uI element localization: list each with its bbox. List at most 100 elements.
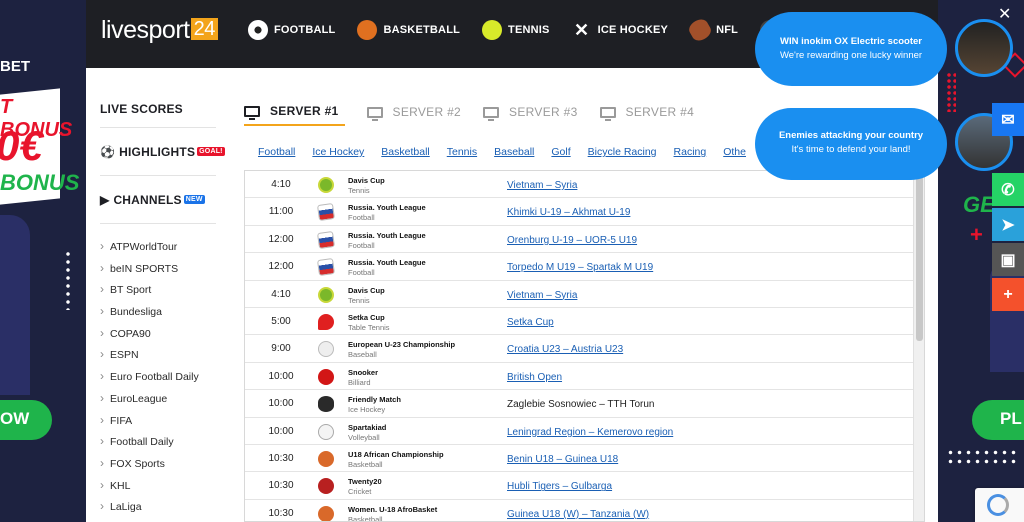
nav-tennis[interactable]: TENNIS	[482, 20, 550, 40]
notification-body: We're rewarding one lucky winner	[779, 50, 923, 61]
event-match-link[interactable]: Vietnam – Syria	[507, 180, 577, 191]
monitor-icon	[599, 106, 616, 121]
event-row[interactable]: 10:30 Women. U-18 AfroBasket Basketball Gui…	[245, 500, 914, 521]
events-table: 4:10 Davis Cup Tennis Vietnam – Syria 11:00 R…	[244, 170, 925, 522]
notification-title: Enemies attacking your country	[778, 130, 924, 141]
event-sport: Table Tennis	[348, 323, 390, 332]
sport-tab-tennis[interactable]: Tennis	[447, 146, 477, 158]
event-row[interactable]: 10:00 Snooker Billiard British Open	[245, 363, 914, 391]
push-notification-scooter[interactable]: WIN inokim OX Electric scooter We're rew…	[755, 12, 947, 86]
tab-server-4[interactable]: SERVER #4	[599, 98, 695, 126]
server-label: SERVER #3	[509, 105, 578, 119]
scroll-thumb[interactable]	[916, 173, 923, 341]
event-competition: Friendly Match	[348, 395, 401, 405]
new-badge: NEW	[183, 195, 205, 204]
sidebar-highlights[interactable]: ⚽ HIGHLIGHTS GOAL!	[100, 128, 225, 176]
server-label: SERVER #1	[270, 104, 339, 118]
event-row[interactable]: 10:30 Twenty20 Cricket Hubli Tigers – Gulba…	[245, 472, 914, 500]
channel-item[interactable]: FOX Sports	[100, 453, 216, 475]
server-tabs: SERVER #1 SERVER #2 SERVER #3 SERVER #4	[244, 98, 716, 126]
event-match-link[interactable]: Torpedo M U19 – Spartak M U19	[507, 262, 653, 273]
tennis-icon	[318, 286, 334, 303]
event-row[interactable]: 10:00 Spartakiad Volleyball Leningrad Regio…	[245, 418, 914, 445]
whatsapp-icon[interactable]: ✆	[992, 173, 1024, 206]
nav-ice-hockey[interactable]: ✕ ICE HOCKEY	[572, 20, 668, 40]
car-icon[interactable]: ▣	[992, 243, 1024, 276]
tab-server-3[interactable]: SERVER #3	[483, 98, 578, 126]
event-match-link[interactable]: Khimki U-19 – Akhmat U-19	[507, 207, 630, 218]
events-scrollbar[interactable]	[913, 171, 924, 521]
sport-tab-ice-hockey[interactable]: Ice Hockey	[312, 146, 364, 158]
event-time: 12:00	[268, 233, 294, 245]
event-match-link[interactable]: Croatia U23 – Austria U23	[507, 344, 623, 355]
sport-tab-racing[interactable]: Racing	[674, 146, 707, 158]
sport-tab-baseball[interactable]: Baseball	[494, 146, 534, 158]
sidebar-live-scores[interactable]: LIVE SCORES	[100, 90, 216, 128]
event-row[interactable]: 4:10 Davis Cup Tennis Vietnam – Syria	[245, 281, 914, 308]
event-match-link[interactable]: Guinea U18 (W) – Tanzania (W)	[507, 509, 649, 520]
channel-item[interactable]: COPA90	[100, 323, 216, 345]
sport-tab-bicycle-racing[interactable]: Bicycle Racing	[588, 146, 657, 158]
event-row[interactable]: 5:00 Setka Cup Table Tennis Setka Cup	[245, 308, 914, 336]
event-match-link[interactable]: Setka Cup	[507, 317, 554, 328]
nav-basketball[interactable]: BASKETBALL	[357, 20, 460, 40]
ad-bet-text: BET	[0, 58, 30, 75]
tennis-icon	[482, 20, 503, 40]
goal-badge: GOAL!	[197, 147, 225, 156]
channel-item[interactable]: Bundesliga	[100, 301, 216, 323]
event-match-link[interactable]: Vietnam – Syria	[507, 290, 577, 301]
event-competition: Russia. Youth League	[348, 203, 426, 213]
ad-right-cta-button[interactable]: PL	[972, 400, 1024, 440]
push-notification-game[interactable]: Enemies attacking your country It's time…	[755, 108, 947, 180]
channel-item[interactable]: Football Daily	[100, 431, 216, 453]
sport-tab-golf[interactable]: Golf	[551, 146, 570, 158]
event-row[interactable]: 9:00 European U-23 Championship Baseball Cr…	[245, 335, 914, 363]
event-row[interactable]: 11:00 Russia. Youth League Football Khimki …	[245, 198, 914, 226]
channel-item[interactable]: FIFA	[100, 410, 216, 432]
sport-tab-football[interactable]: Football	[258, 146, 295, 158]
channel-item[interactable]: ESPN	[100, 344, 216, 366]
event-competition: Setka Cup	[348, 313, 385, 322]
tab-server-2[interactable]: SERVER #2	[366, 98, 462, 126]
event-match-link[interactable]: Leningrad Region – Kemerovo region	[507, 427, 673, 438]
event-match-link[interactable]: Orenburg U-19 – UOR-5 U19	[507, 235, 637, 246]
tabletennis-icon	[318, 314, 334, 330]
logo-text: livesport	[101, 16, 190, 44]
channel-item[interactable]: Euro Football Daily	[100, 366, 216, 388]
channel-item[interactable]: EuroLeague	[100, 388, 216, 410]
event-row[interactable]: 12:00 Russia. Youth League Football Orenbur…	[245, 226, 914, 254]
event-match-link[interactable]: Benin U18 – Guinea U18	[507, 454, 618, 465]
sidebar-channels[interactable]: ▶ CHANNELS NEW	[100, 176, 216, 224]
notification-body: It's time to defend your land!	[791, 144, 911, 155]
event-row[interactable]: 12:00 Russia. Youth League Football Torpedo…	[245, 253, 914, 281]
event-time: 5:00	[271, 316, 291, 327]
channel-item[interactable]: KHL	[100, 475, 216, 497]
plus-icon[interactable]: +	[992, 278, 1024, 311]
notification-avatar[interactable]	[955, 19, 1013, 77]
event-match-link[interactable]: Hubli Tigers – Gulbarga	[507, 481, 612, 492]
channels-label: CHANNELS	[113, 192, 182, 207]
sport-tab-basketball[interactable]: Basketball	[381, 146, 429, 158]
event-row[interactable]: 10:00 Friendly Match Ice Hockey Zaglebie So…	[245, 390, 914, 418]
event-match-link[interactable]: British Open	[507, 372, 562, 383]
recaptcha-badge[interactable]	[975, 488, 1024, 522]
nav-nfl[interactable]: NFL	[686, 16, 738, 44]
ad-cta-button[interactable]: OW	[0, 400, 52, 440]
channel-item[interactable]: ATPWorldTour	[100, 236, 216, 258]
nav-football[interactable]: FOOTBALL	[248, 20, 335, 40]
ad-close-icon[interactable]: ✕	[998, 4, 1011, 24]
channel-item[interactable]: LaLiga	[100, 496, 216, 518]
ad-bonus-amount: 0€	[0, 122, 43, 169]
left-ad-banner[interactable]: BET T BONUS 0€ BONUS OW	[0, 0, 86, 522]
event-time: 11:00	[268, 206, 294, 218]
site-logo[interactable]: livesport 24	[101, 16, 218, 46]
telegram-icon[interactable]: ➤	[992, 208, 1024, 241]
youtube-icon: ▶	[100, 192, 110, 207]
cricket-icon	[318, 478, 334, 495]
messenger-icon[interactable]: ✉	[992, 103, 1024, 136]
channel-item[interactable]: BT Sport	[100, 279, 216, 301]
channel-item[interactable]: beIN SPORTS	[100, 258, 216, 280]
event-row[interactable]: 10:30 U18 African Championship Basketball B…	[245, 445, 914, 473]
tab-server-1[interactable]: SERVER #1	[244, 98, 345, 126]
sport-tab-other[interactable]: Othe	[723, 146, 746, 158]
